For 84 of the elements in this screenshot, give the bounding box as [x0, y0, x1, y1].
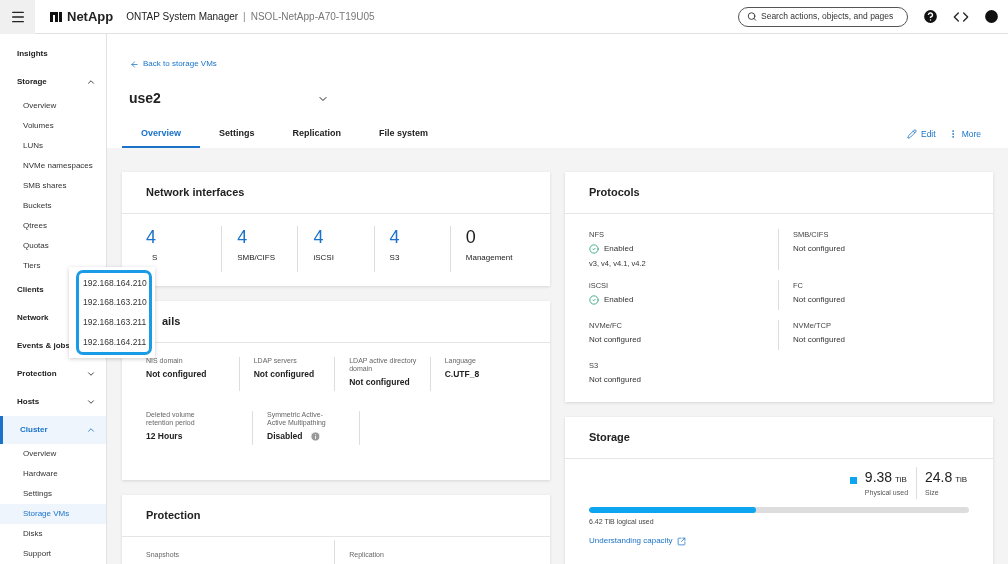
- nav-subitem[interactable]: Support: [0, 544, 106, 564]
- nav-subitem[interactable]: Settings: [0, 484, 106, 504]
- tab[interactable]: File system: [360, 122, 448, 148]
- external-link-icon: [676, 536, 686, 546]
- chevron-up-icon: [86, 425, 96, 435]
- card-title: Storage: [589, 430, 630, 446]
- nav-subitem[interactable]: Hardware: [0, 464, 106, 484]
- nav-subitem[interactable]: NVMe namespaces: [0, 156, 106, 176]
- tab[interactable]: Overview: [122, 122, 201, 148]
- card-title: Protection: [146, 508, 201, 524]
- field-value: C.UTF_8: [444, 368, 480, 381]
- nav-subitem[interactable]: Storage VMs: [0, 504, 106, 524]
- nav-subitem[interactable]: Tiers: [0, 256, 106, 276]
- nav-subitem[interactable]: Qtrees: [0, 216, 106, 236]
- protocol-status: Not configured: [793, 333, 846, 346]
- account-icon[interactable]: [983, 8, 1000, 25]
- info-icon[interactable]: [310, 430, 322, 442]
- more-button[interactable]: More: [947, 122, 981, 148]
- logo-icon: [50, 11, 62, 22]
- protocol-status: Not configured: [793, 293, 846, 306]
- tab[interactable]: Settings: [200, 122, 274, 148]
- menu-icon[interactable]: [0, 0, 35, 34]
- protocol-status: Not configured: [589, 373, 642, 386]
- check-icon: [589, 294, 599, 305]
- nav-subitem[interactable]: Buckets: [0, 196, 106, 216]
- card-title: ails: [162, 314, 181, 330]
- protocol-status: Enabled: [604, 293, 634, 306]
- nav-item[interactable]: Storage: [0, 68, 106, 96]
- help-icon[interactable]: [922, 8, 939, 25]
- interface-label: SMB/CIFS: [237, 252, 276, 264]
- interface-label: S: [152, 252, 159, 264]
- chevron-down-icon: [86, 369, 96, 379]
- size-value: 24.8: [925, 468, 953, 487]
- field-value: Not configured: [253, 368, 315, 381]
- separator: |: [243, 10, 246, 24]
- nav-subitem[interactable]: Overview: [0, 96, 106, 116]
- nav-item[interactable]: Cluster: [0, 416, 106, 444]
- search-icon: [747, 11, 757, 22]
- chevron-down-icon: [86, 397, 96, 407]
- nav-subitem[interactable]: Quotas: [0, 236, 106, 256]
- nav-subitem[interactable]: Overview: [0, 444, 106, 464]
- interface-count[interactable]: 4: [237, 226, 298, 248]
- interface-count[interactable]: 4: [313, 226, 374, 248]
- field-value: Not configured: [349, 376, 410, 389]
- size-unit: TiB: [955, 474, 967, 486]
- ip-address: 192.168.164.211: [83, 335, 145, 349]
- protocol-status: Not configured: [793, 243, 846, 256]
- cluster-name: NSOL-NetApp-A70-T19U05: [250, 10, 375, 24]
- arrow-left-icon: [130, 59, 139, 69]
- nav-subitem[interactable]: LUNs: [0, 136, 106, 156]
- edit-button[interactable]: Edit: [906, 122, 936, 148]
- used-unit: TiB: [895, 474, 907, 486]
- nav-item[interactable]: Hosts: [0, 388, 106, 416]
- nav-subitem[interactable]: SMB shares: [0, 176, 106, 196]
- brand-name: NetApp: [67, 7, 114, 26]
- used-value: 9.38: [864, 468, 893, 487]
- ip-address: 192.168.164.210: [83, 276, 145, 290]
- ip-address: 192.168.163.211: [83, 316, 145, 329]
- nav-subitem[interactable]: Volumes: [0, 116, 106, 136]
- interface-label: Management: [465, 252, 514, 264]
- nav-item[interactable]: Insights: [0, 40, 106, 68]
- pencil-icon: [906, 129, 917, 139]
- interface-count[interactable]: 4: [146, 226, 222, 248]
- ip-address: 192.168.163.210: [83, 296, 145, 309]
- back-link[interactable]: Back to storage VMs: [130, 58, 217, 70]
- field-value: 12 Hours: [146, 430, 183, 443]
- product-name: ONTAP System Manager: [126, 10, 239, 24]
- protocol-status: Enabled: [604, 243, 634, 256]
- nav-subitem[interactable]: Disks: [0, 524, 106, 544]
- chevron-up-icon: [86, 77, 96, 87]
- field-value: Not configured: [146, 368, 207, 381]
- nav-item[interactable]: Protection: [0, 360, 106, 388]
- check-icon: [589, 244, 599, 255]
- interface-count: 0: [465, 226, 477, 248]
- interface-label: iSCSI: [313, 252, 335, 264]
- card-title: Protocols: [589, 185, 640, 201]
- capacity-link[interactable]: Understanding capacity: [589, 535, 969, 547]
- protocol-status: Not configured: [589, 333, 642, 346]
- interface-label: S3: [389, 252, 401, 264]
- field-value: Disabled: [267, 430, 303, 443]
- page-title: use2: [129, 89, 161, 108]
- tab[interactable]: Replication: [273, 122, 361, 148]
- card-title: Network interfaces: [146, 185, 245, 201]
- interface-count[interactable]: 4: [389, 226, 450, 248]
